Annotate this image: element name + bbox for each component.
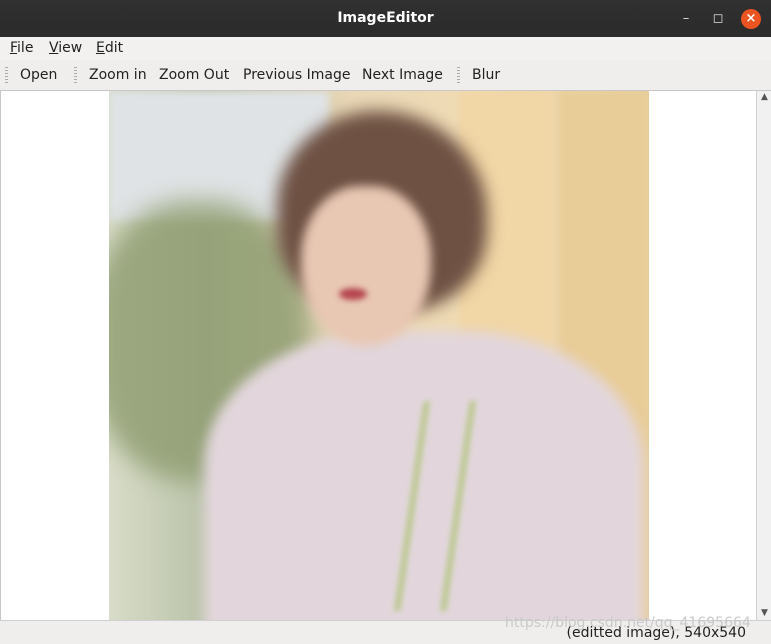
window-title: ImageEditor [337,10,434,26]
open-button[interactable]: Open [20,67,57,83]
watermark: https://blog.csdn.net/qq_41695664 [505,615,751,631]
zoom-out-button[interactable]: Zoom Out [159,67,229,83]
arrow-down-icon[interactable]: ▼ [759,608,770,618]
photo-lips [339,288,367,300]
maximize-icon[interactable]: ◻ [708,9,728,29]
close-icon[interactable]: × [741,9,761,29]
blur-button[interactable]: Blur [472,67,500,83]
next-image-button[interactable]: Next Image [362,67,443,83]
toolbar: Open Zoom in Zoom Out Previous Image Nex… [0,60,771,91]
toolbar-grip[interactable] [5,67,8,83]
minimize-icon[interactable]: – [676,9,696,29]
photo-face [301,186,431,346]
photo-canvas [109,91,649,620]
image-viewport[interactable] [0,91,757,620]
vertical-scrollbar[interactable]: ▲ ▼ [756,91,771,620]
menu-bar: File View Edit [0,37,771,60]
toolbar-grip[interactable] [457,67,460,83]
arrow-up-icon[interactable]: ▲ [759,92,770,102]
menu-edit[interactable]: Edit [96,40,123,56]
menu-file[interactable]: File [10,40,33,56]
previous-image-button[interactable]: Previous Image [243,67,350,83]
toolbar-grip[interactable] [74,67,77,83]
title-bar: ImageEditor – ◻ × [0,0,771,37]
zoom-in-button[interactable]: Zoom in [89,67,147,83]
menu-view[interactable]: View [49,40,82,56]
